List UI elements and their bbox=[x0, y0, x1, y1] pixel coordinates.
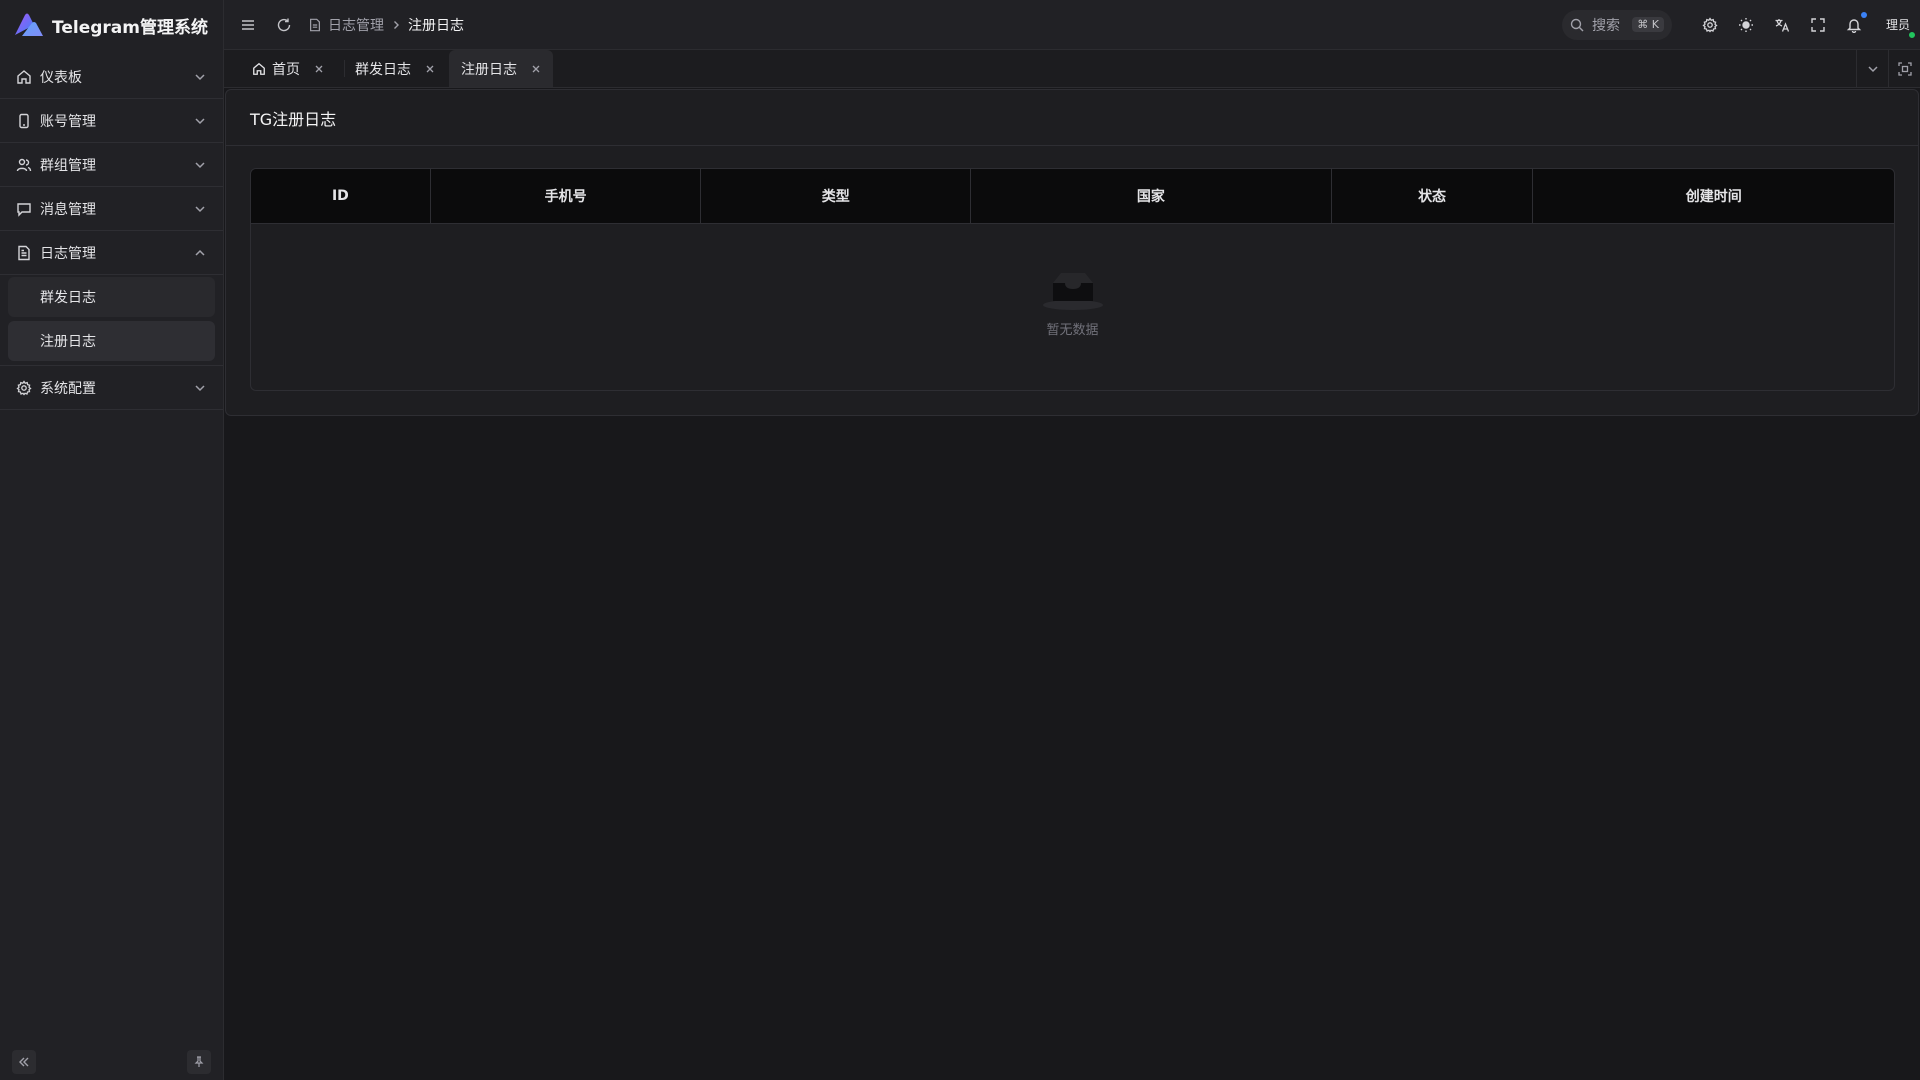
page-title: TG注册日志 bbox=[226, 90, 1918, 146]
tab-label: 群发日志 bbox=[355, 61, 411, 78]
collapse-sidebar-button[interactable] bbox=[12, 1050, 36, 1074]
column-header-phone[interactable]: 手机号 bbox=[431, 169, 702, 223]
file-icon bbox=[16, 245, 32, 261]
tab-bulk-send-log[interactable]: 群发日志 bbox=[351, 50, 447, 87]
empty-box-icon bbox=[1042, 273, 1103, 310]
search-shortcut: ⌘ K bbox=[1632, 17, 1664, 32]
settings-button[interactable] bbox=[1700, 15, 1720, 35]
chevron-down-icon bbox=[1867, 65, 1878, 72]
column-header-country[interactable]: 国家 bbox=[971, 169, 1332, 223]
breadcrumb-parent[interactable]: 日志管理 bbox=[328, 15, 384, 35]
user-name: 理员 bbox=[1885, 18, 1910, 32]
column-header-type[interactable]: 类型 bbox=[701, 169, 972, 223]
sidebar-item-messages[interactable]: 消息管理 bbox=[0, 187, 223, 231]
brand[interactable]: Telegram管理系统 bbox=[0, 0, 223, 50]
sun-icon bbox=[1738, 17, 1753, 32]
pin-sidebar-button[interactable] bbox=[187, 1050, 211, 1074]
sidebar-footer bbox=[12, 1050, 211, 1074]
column-header-created-at[interactable]: 创建时间 bbox=[1533, 169, 1894, 223]
close-icon[interactable] bbox=[425, 64, 435, 74]
chevron-down-icon bbox=[193, 70, 207, 84]
notifications-button[interactable] bbox=[1844, 11, 1867, 35]
column-header-id[interactable]: ID bbox=[251, 169, 431, 223]
refresh-icon bbox=[277, 18, 291, 31]
chevron-down-icon bbox=[193, 158, 207, 172]
sidebar-item-groups[interactable]: 群组管理 bbox=[0, 143, 223, 187]
gear-icon bbox=[1702, 16, 1718, 33]
table-header: ID 手机号 类型 国家 状态 创建时间 bbox=[251, 169, 1894, 224]
sidebar-item-bulk-send-log[interactable]: 群发日志 bbox=[8, 277, 215, 317]
top-header: 日志管理 注册日志 搜索 ⌘ K 理员 bbox=[224, 0, 1920, 50]
sidebar-item-label: 仪表板 bbox=[40, 69, 82, 86]
fullscreen-button[interactable] bbox=[1808, 15, 1828, 35]
app-logo bbox=[12, 11, 44, 39]
menu-toggle-button[interactable] bbox=[236, 13, 260, 37]
phone-icon bbox=[16, 113, 32, 129]
menu-icon bbox=[242, 19, 254, 30]
sidebar-item-label: 系统配置 bbox=[40, 380, 96, 397]
tab-register-log[interactable]: 注册日志 bbox=[449, 50, 553, 87]
column-header-status[interactable]: 状态 bbox=[1332, 169, 1534, 223]
double-chevron-left-icon bbox=[19, 1057, 29, 1067]
logs-submenu: 群发日志 注册日志 bbox=[0, 277, 223, 366]
app-title: Telegram管理系统 bbox=[52, 17, 208, 38]
chevron-down-icon bbox=[193, 202, 207, 216]
users-icon bbox=[16, 157, 32, 173]
sidebar-item-label: 日志管理 bbox=[40, 245, 96, 262]
tab-label: 注册日志 bbox=[461, 61, 517, 78]
sidebar-item-logs[interactable]: 日志管理 bbox=[0, 231, 223, 275]
register-log-card: TG注册日志 ID 手机号 类型 国家 状态 创建时间 暂无数据 bbox=[225, 89, 1919, 416]
message-icon bbox=[16, 201, 32, 217]
user-avatar[interactable]: 理员 bbox=[1885, 16, 1916, 39]
search-input[interactable]: 搜索 ⌘ K bbox=[1561, 9, 1672, 40]
home-icon bbox=[16, 69, 32, 85]
sidebar-item-label: 注册日志 bbox=[40, 334, 96, 350]
chevron-down-icon bbox=[193, 381, 207, 395]
sidebar-item-accounts[interactable]: 账号管理 bbox=[0, 99, 223, 143]
chevron-up-icon bbox=[193, 246, 207, 260]
pin-icon bbox=[194, 1056, 204, 1067]
search-placeholder: 搜索 bbox=[1591, 17, 1620, 34]
sidebar-item-label: 消息管理 bbox=[40, 201, 96, 218]
sidebar-item-dashboard[interactable]: 仪表板 bbox=[0, 55, 223, 99]
tab-divider bbox=[344, 60, 345, 77]
online-status-dot bbox=[1908, 31, 1916, 39]
chevron-down-icon bbox=[193, 114, 207, 128]
tab-dropdown-button[interactable] bbox=[1856, 50, 1888, 87]
notification-dot bbox=[1860, 11, 1867, 18]
register-log-table: ID 手机号 类型 国家 状态 创建时间 暂无数据 bbox=[250, 168, 1895, 391]
breadcrumb: 日志管理 注册日志 bbox=[308, 15, 464, 35]
sidebar-item-label: 群组管理 bbox=[40, 157, 96, 174]
tab-home[interactable]: 首页 bbox=[248, 50, 336, 87]
gear-icon bbox=[16, 379, 32, 396]
search-icon bbox=[1570, 18, 1584, 31]
close-icon[interactable] bbox=[531, 64, 541, 74]
home-icon bbox=[253, 62, 265, 75]
sidebar-menu: 仪表板 账号管理 群组管理 消息管理 日志管理 群发日志 注册日志 系统配置 bbox=[0, 55, 223, 410]
close-icon[interactable] bbox=[314, 64, 324, 74]
language-button[interactable] bbox=[1772, 15, 1792, 35]
header-actions: 搜索 ⌘ K 理员 bbox=[1561, 9, 1920, 40]
sidebar-item-label: 群发日志 bbox=[40, 290, 96, 306]
breadcrumb-current: 注册日志 bbox=[408, 17, 464, 34]
translate-icon bbox=[1775, 18, 1790, 32]
expand-icon bbox=[1897, 61, 1912, 76]
tab-bar: 首页 群发日志 注册日志 bbox=[224, 50, 1920, 88]
tab-tools bbox=[1856, 50, 1920, 87]
fullscreen-icon bbox=[1811, 17, 1825, 32]
sidebar-item-register-log[interactable]: 注册日志 bbox=[8, 321, 215, 361]
tab-label: 首页 bbox=[272, 61, 300, 78]
refresh-button[interactable] bbox=[272, 13, 296, 37]
empty-text: 暂无数据 bbox=[1046, 323, 1099, 338]
file-icon bbox=[308, 18, 322, 32]
sidebar-item-label: 账号管理 bbox=[40, 113, 96, 130]
sidebar-item-settings[interactable]: 系统配置 bbox=[0, 366, 223, 410]
sidebar: Telegram管理系统 仪表板 账号管理 群组管理 消息管理 日志管理 群发日… bbox=[0, 0, 224, 1080]
chevron-right-icon bbox=[390, 19, 402, 31]
theme-toggle-button[interactable] bbox=[1736, 15, 1756, 35]
maximize-content-button[interactable] bbox=[1888, 50, 1920, 87]
bell-icon bbox=[1846, 18, 1862, 33]
empty-state: 暂无数据 bbox=[251, 269, 1894, 338]
